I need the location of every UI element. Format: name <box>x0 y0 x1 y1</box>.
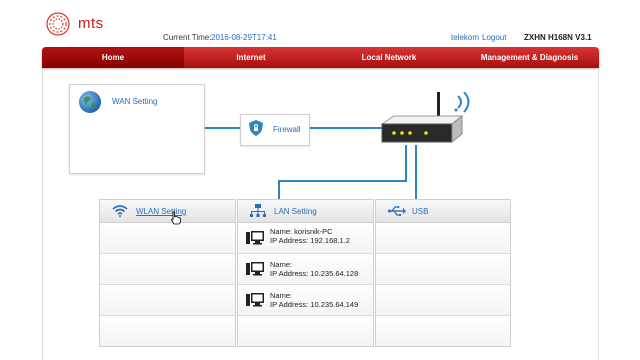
device-ip: IP Address: 192.168.1.2 <box>270 236 350 245</box>
lan-setting-label[interactable]: LAN Setting <box>274 207 317 216</box>
computer-icon <box>246 293 264 307</box>
wlan-row <box>100 223 235 254</box>
mts-logo-icon <box>46 12 70 36</box>
usb-row <box>376 285 510 316</box>
brand-name: mts <box>78 15 104 32</box>
tab-internet[interactable]: Internet <box>184 47 318 68</box>
wan-setting-label[interactable]: WAN Setting <box>112 97 158 106</box>
tab-home[interactable]: Home <box>42 47 184 68</box>
hand-cursor-icon <box>170 211 181 225</box>
computer-icon <box>246 262 264 276</box>
device-model: ZXHN H168N V3.1 <box>524 33 592 42</box>
tab-local-network[interactable]: Local Network <box>318 47 460 68</box>
usb-panel: USB <box>375 199 511 347</box>
usb-panel-header[interactable]: USB <box>376 200 510 223</box>
shield-icon <box>249 120 263 136</box>
wlan-row <box>100 254 235 285</box>
lan-device-row[interactable]: Name: korisnik-PC IP Address: 192.168.1.… <box>238 223 373 254</box>
lan-device-row[interactable]: Name: IP Address: 10.235.64.149 <box>238 285 373 316</box>
usb-row <box>376 254 510 285</box>
firewall-label[interactable]: Firewall <box>273 125 301 134</box>
tab-management-diagnosis[interactable]: Management & Diagnosis <box>460 47 599 68</box>
usb-row <box>376 316 510 346</box>
connector-lan-horizontal <box>278 180 407 182</box>
wlan-panel: WLAN Setting <box>99 199 236 347</box>
wlan-panel-header[interactable]: WLAN Setting <box>100 200 235 223</box>
main-nav: Home Internet Local Network Management &… <box>42 47 599 68</box>
computer-icon <box>246 231 264 245</box>
wlan-row <box>100 285 235 316</box>
lan-device-row[interactable]: Name: IP Address: 10.235.64.128 <box>238 254 373 285</box>
connector-router-usb <box>415 145 417 199</box>
connector-wan-firewall <box>203 127 240 129</box>
username-link[interactable]: telekom <box>451 33 479 42</box>
device-ip: IP Address: 10.235.64.149 <box>270 300 359 309</box>
connector-firewall-router <box>308 127 388 129</box>
network-icon <box>250 204 266 217</box>
logout-link[interactable]: Logout <box>482 33 506 42</box>
current-time-label: Current Time: <box>163 33 212 42</box>
connector-lan-drop <box>278 180 280 199</box>
lan-panel: LAN Setting Name: korisnik-PC IP Address… <box>237 199 374 347</box>
usb-icon <box>388 206 406 216</box>
wifi-icon <box>112 205 128 217</box>
lan-row <box>238 316 373 346</box>
globe-icon <box>79 91 101 113</box>
current-time-value: 2016-08-29T17:41 <box>211 33 277 42</box>
router-icon[interactable] <box>380 92 480 152</box>
device-ip: IP Address: 10.235.64.128 <box>270 269 359 278</box>
lan-panel-header[interactable]: LAN Setting <box>238 200 373 223</box>
usb-row <box>376 223 510 254</box>
usb-label[interactable]: USB <box>412 207 428 216</box>
wlan-row <box>100 316 235 346</box>
